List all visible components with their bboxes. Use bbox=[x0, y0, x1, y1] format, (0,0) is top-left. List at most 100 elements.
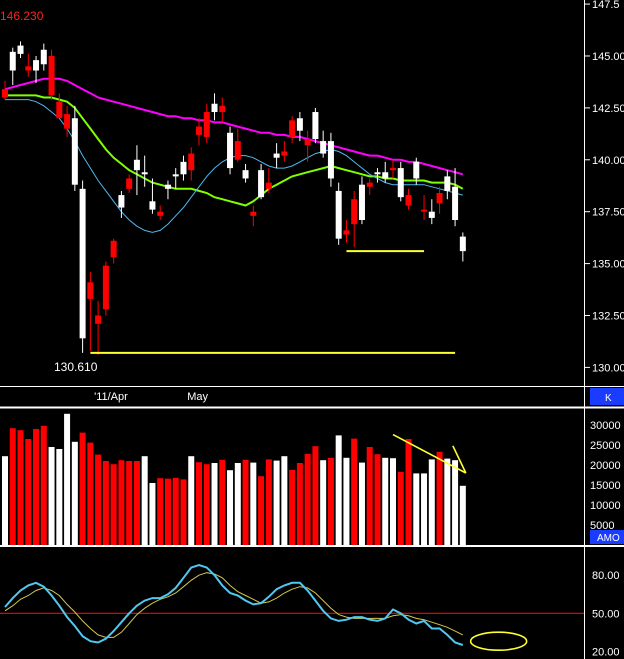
candle-body bbox=[227, 132, 234, 169]
volume-bar bbox=[366, 447, 373, 545]
price-tick-label: 142.50 bbox=[592, 103, 624, 115]
volume-bar bbox=[351, 438, 358, 545]
volume-bar bbox=[164, 478, 171, 545]
price-tick-label: 145.00 bbox=[592, 51, 624, 63]
volume-bar bbox=[141, 456, 148, 545]
volume-bar bbox=[320, 460, 327, 545]
candle-body bbox=[133, 159, 140, 171]
candle-body bbox=[71, 118, 78, 185]
volume-bar bbox=[327, 457, 334, 545]
candle-body bbox=[188, 153, 195, 171]
candle-body bbox=[211, 103, 218, 113]
candle-body bbox=[219, 105, 226, 113]
volume-tick-label: 20000 bbox=[590, 460, 621, 472]
candle-body bbox=[64, 114, 71, 129]
candle-body bbox=[25, 66, 32, 71]
volume-bar bbox=[79, 432, 86, 545]
candle-body bbox=[374, 172, 381, 175]
price-tick-label: 137.50 bbox=[592, 207, 624, 219]
volume-bar bbox=[265, 459, 272, 545]
candle-body bbox=[180, 161, 187, 175]
volume-bar bbox=[459, 485, 466, 545]
low-annotation: 130.610 bbox=[54, 360, 98, 374]
volume-bar bbox=[133, 461, 140, 545]
candle-body bbox=[48, 55, 55, 96]
candle-body bbox=[273, 153, 280, 158]
volume-bar bbox=[102, 461, 109, 545]
candle-body bbox=[118, 195, 125, 208]
volume-bar bbox=[296, 463, 303, 545]
candle-body bbox=[9, 51, 16, 71]
volume-bar bbox=[211, 463, 218, 545]
candle-body bbox=[56, 101, 63, 119]
volume-indicator-label: AMO bbox=[597, 533, 620, 544]
volume-bar bbox=[110, 464, 117, 545]
volume-bar bbox=[242, 459, 249, 545]
volume-bar bbox=[149, 483, 156, 545]
volume-bar bbox=[281, 456, 288, 545]
candle-body bbox=[2, 89, 8, 98]
candle-body bbox=[79, 188, 86, 339]
volume-bar bbox=[289, 469, 296, 545]
volume-bar bbox=[203, 464, 210, 545]
candle-body bbox=[102, 265, 109, 310]
oscillator-line bbox=[4, 564, 464, 646]
volume-bar bbox=[71, 441, 78, 545]
high-annotation: 146.230 bbox=[0, 9, 44, 23]
price-tick-label: 130.00 bbox=[592, 362, 624, 374]
volume-bar bbox=[428, 459, 435, 545]
volume-bar bbox=[25, 439, 32, 545]
candle-body bbox=[289, 120, 296, 137]
date-label: May bbox=[187, 391, 208, 403]
volume-bar bbox=[172, 477, 179, 545]
candle-body bbox=[265, 182, 272, 189]
volume-bar bbox=[188, 456, 195, 545]
volume-bar bbox=[421, 473, 428, 545]
candle-body bbox=[351, 199, 358, 225]
volume-tick-label: 10000 bbox=[590, 500, 621, 512]
candle-body bbox=[459, 236, 466, 252]
price-tick-label: 135.00 bbox=[592, 259, 624, 271]
volume-bar bbox=[304, 453, 311, 545]
candle-body bbox=[17, 45, 24, 54]
volume-bar bbox=[40, 425, 47, 545]
volume-bar bbox=[157, 478, 164, 545]
volume-bar bbox=[343, 457, 350, 545]
candle-body bbox=[40, 49, 47, 65]
volume-tick-label: 15000 bbox=[590, 480, 621, 492]
candle-body bbox=[405, 195, 412, 206]
volume-bar bbox=[48, 447, 55, 545]
oscillator-panel: 80.00 50.00 20.00 bbox=[0, 564, 620, 658]
oscillator-tick-label: 50.00 bbox=[592, 608, 620, 620]
volume-bar bbox=[390, 458, 396, 545]
candle-body bbox=[149, 201, 156, 210]
volume-bar bbox=[33, 429, 40, 545]
candle-body bbox=[327, 141, 334, 179]
candle-body bbox=[452, 186, 459, 220]
volume-bar bbox=[397, 471, 404, 545]
volume-bar bbox=[196, 462, 202, 545]
volume-bar bbox=[17, 430, 24, 545]
volume-bar bbox=[452, 460, 459, 545]
candle-body bbox=[141, 172, 148, 175]
oscillator-tick-label: 80.00 bbox=[592, 570, 620, 582]
candle-body bbox=[304, 139, 311, 146]
oscillator-line bbox=[4, 572, 464, 638]
volume-bar bbox=[180, 479, 187, 545]
candle-body bbox=[390, 168, 396, 171]
candle-body bbox=[33, 60, 40, 71]
oscillator-highlight-ellipse bbox=[469, 631, 528, 652]
candle-body bbox=[413, 161, 420, 179]
volume-bar bbox=[64, 413, 71, 545]
candle-body bbox=[126, 178, 133, 189]
volume-tick-label: 30000 bbox=[590, 420, 621, 432]
volume-bar bbox=[382, 457, 389, 545]
candle-body bbox=[444, 176, 451, 191]
date-axis-scroll-tab-icon: K bbox=[605, 393, 612, 404]
volume-bar bbox=[95, 454, 102, 545]
stock-chart: 146.230 130.610 147.5 145.00 142.50 140.00 1… bbox=[0, 0, 624, 659]
candle-body bbox=[203, 112, 210, 137]
volume-bar bbox=[335, 435, 342, 545]
volume-bar bbox=[9, 428, 16, 545]
candle-body bbox=[428, 211, 435, 218]
